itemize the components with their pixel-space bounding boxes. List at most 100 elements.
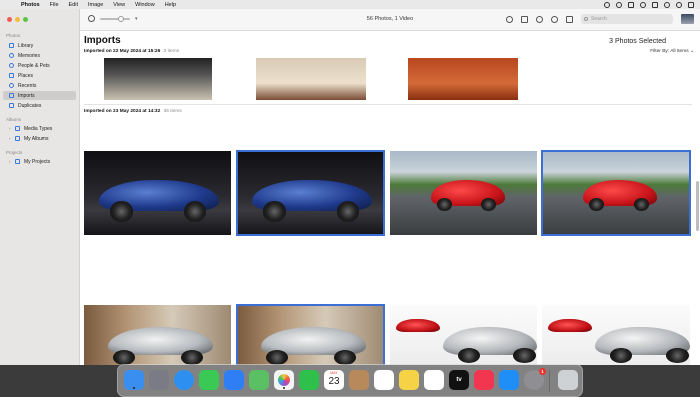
keyboard-icon[interactable]	[628, 1, 634, 8]
sidebar-item-my-albums[interactable]: › My Albums	[3, 134, 76, 143]
photo-thumbnail[interactable]	[390, 305, 537, 365]
wheel	[113, 349, 136, 365]
chevron-right-icon[interactable]: ›	[9, 159, 13, 164]
preview-thumbnail[interactable]	[681, 14, 694, 24]
wheel	[513, 348, 536, 364]
photo-thumbnail-selected[interactable]	[236, 304, 385, 365]
car-shape	[547, 318, 593, 333]
user-icon[interactable]	[640, 1, 646, 8]
photo-thumbnail[interactable]	[104, 58, 212, 100]
import-count: 36 items	[163, 109, 182, 114]
import-group-header: Imported on 22 May 2024 at 15:26 3 items	[84, 49, 179, 54]
facetime-icon[interactable]	[299, 370, 319, 390]
launchpad-icon[interactable]	[149, 370, 169, 390]
sidebar-item-duplicates[interactable]: Duplicates	[3, 101, 76, 110]
notes-icon[interactable]	[399, 370, 419, 390]
menu-help[interactable]: Help	[165, 2, 176, 8]
contacts-icon[interactable]	[349, 370, 369, 390]
menu-file[interactable]: File	[50, 2, 59, 8]
wheel	[589, 198, 605, 212]
menu-image[interactable]: Image	[88, 2, 103, 8]
favorite-icon[interactable]	[536, 15, 543, 23]
finder-icon[interactable]	[124, 370, 144, 390]
sidebar-item-recents[interactable]: Recents	[3, 81, 76, 90]
import-date: Imported on 22 May 2024 at 15:26	[84, 49, 161, 54]
chevron-right-icon[interactable]: ›	[9, 136, 13, 141]
app-store-icon[interactable]	[499, 370, 519, 390]
sidebar-item-people-pets[interactable]: People & Pets	[3, 61, 76, 70]
scrollbar[interactable]	[696, 181, 699, 231]
close-button[interactable]	[7, 17, 12, 22]
minimize-button[interactable]	[15, 17, 20, 22]
info-icon[interactable]	[506, 15, 513, 23]
search-input[interactable]: Search	[581, 14, 673, 24]
calendar-icon[interactable]: MAY 23	[324, 370, 344, 390]
photo-thumbnail[interactable]	[84, 305, 231, 365]
maps-icon[interactable]	[249, 370, 269, 390]
safari-icon[interactable]	[174, 370, 194, 390]
zoom-button[interactable]	[23, 17, 28, 22]
photos-flower-icon	[278, 374, 290, 386]
sidebar-item-memories[interactable]: Memories	[3, 51, 76, 60]
photo-thumbnail[interactable]	[408, 58, 518, 100]
menu-bar: Photos File Edit Image View Window Help	[0, 0, 700, 9]
sidebar-item-places[interactable]: Places	[3, 71, 76, 80]
menu-window[interactable]: Window	[135, 2, 155, 8]
memories-icon	[9, 53, 14, 58]
messages-icon[interactable]	[199, 370, 219, 390]
imports-icon	[9, 93, 14, 98]
search-menubar-icon[interactable]	[676, 1, 682, 8]
rotate-right-icon[interactable]	[551, 15, 558, 23]
wheel	[666, 348, 689, 364]
people-icon	[9, 63, 14, 68]
status-icon[interactable]	[604, 1, 610, 8]
filter-dropdown[interactable]: Filter By: All Items ⌄	[650, 49, 694, 54]
calendar-day: 23	[328, 376, 340, 387]
wheel	[266, 349, 289, 365]
import-group-header: Imported on 23 May 2024 at 14:32 36 item…	[84, 109, 182, 114]
sidebar-item-label: Recents	[18, 82, 37, 89]
photo-thumbnail[interactable]	[256, 58, 366, 100]
wheel	[457, 348, 480, 364]
trash-icon[interactable]	[558, 370, 578, 390]
menu-app-name[interactable]: Photos	[21, 2, 40, 8]
menu-view[interactable]: View	[113, 2, 125, 8]
battery-icon[interactable]	[652, 1, 658, 8]
sidebar-item-media-types[interactable]: › Media Types	[3, 124, 76, 133]
toolbar: ▾ 56 Photos, 1 Video Search	[80, 9, 700, 31]
freeform-icon[interactable]	[424, 370, 444, 390]
search-icon	[584, 17, 588, 21]
tv-icon[interactable]: tv	[449, 370, 469, 390]
photos-window: Photos Library Memories People & Pets Pl…	[0, 9, 700, 365]
photo-thumbnail-selected[interactable]	[236, 150, 385, 236]
car-shape	[395, 318, 440, 333]
share-icon[interactable]	[521, 15, 528, 23]
photos-icon[interactable]	[274, 370, 294, 390]
reminders-icon[interactable]	[374, 370, 394, 390]
sidebar-section-projects: Projects	[6, 150, 23, 155]
dock-divider	[549, 370, 550, 392]
sidebar-section-photos: Photos	[6, 33, 21, 38]
sidebar-item-imports[interactable]: Imports	[3, 91, 76, 100]
sidebar-item-label: People & Pets	[18, 62, 50, 69]
mail-icon[interactable]	[224, 370, 244, 390]
control-center-icon[interactable]	[688, 1, 694, 8]
photo-thumbnail-selected[interactable]	[541, 150, 691, 236]
photo-thumbnail[interactable]	[84, 151, 231, 235]
menu-edit[interactable]: Edit	[69, 2, 78, 8]
photo-thumbnail[interactable]	[390, 151, 537, 235]
sidebar-item-library[interactable]: Library	[3, 41, 76, 50]
delete-icon[interactable]	[566, 15, 573, 23]
apple-menu-icon[interactable]	[6, 1, 13, 8]
window-controls	[7, 17, 28, 22]
sidebar-item-my-projects[interactable]: › My Projects	[3, 157, 76, 166]
wifi-icon[interactable]	[664, 1, 670, 8]
chevron-right-icon[interactable]: ›	[9, 126, 13, 131]
photo-grid-area: Imports 3 Photos Selected Imported on 22…	[80, 31, 700, 365]
music-icon[interactable]	[474, 370, 494, 390]
system-settings-icon[interactable]: 1	[524, 368, 546, 390]
folder-icon	[15, 136, 20, 141]
photo-thumbnail[interactable]	[542, 305, 690, 365]
record-icon[interactable]	[616, 1, 622, 8]
import-count: 3 items	[163, 49, 180, 54]
